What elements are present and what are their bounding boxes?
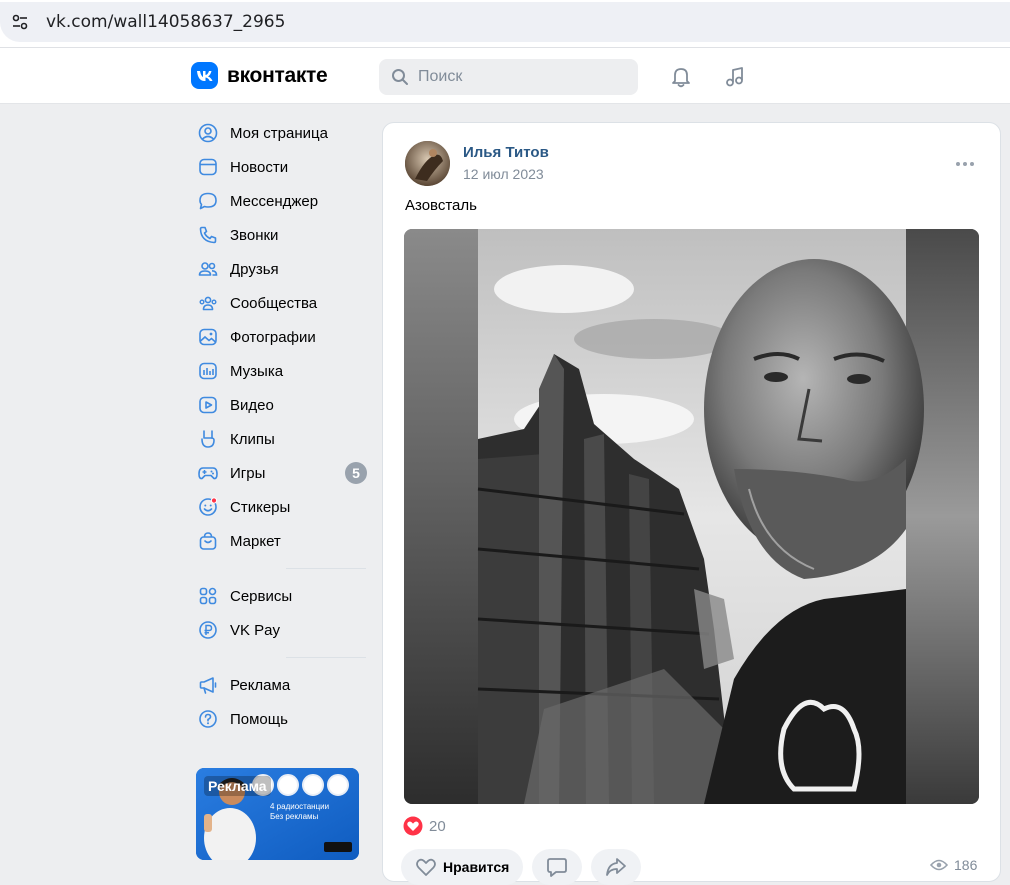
sidebar-item-label: Клипы (230, 430, 275, 448)
ad-text-line: 4 радиостанции (270, 802, 330, 811)
stickers-icon (196, 495, 220, 519)
post-actions: Нравится (401, 849, 642, 885)
friends-icon (196, 257, 220, 281)
market-icon (196, 529, 220, 553)
news-icon (196, 155, 220, 179)
likes-count: 20 (429, 817, 446, 835)
sidebar-item-video[interactable]: Видео (194, 388, 374, 422)
sidebar-item-ads[interactable]: Реклама (194, 668, 374, 702)
communities-icon (196, 291, 220, 315)
search-input[interactable] (418, 68, 618, 86)
user-circle-icon (196, 121, 220, 145)
sidebar-item-market[interactable]: Маркет (194, 524, 374, 558)
post-photo[interactable] (404, 229, 979, 804)
clips-icon (196, 427, 220, 451)
post-author-name[interactable]: Илья Титов (463, 144, 549, 161)
sidebar-item-label: Фотографии (230, 328, 316, 346)
share-icon (605, 857, 627, 877)
sidebar-item-label: Мессенджер (230, 192, 319, 210)
sidebar-divider (194, 558, 374, 579)
more-options-icon[interactable] (953, 157, 977, 171)
wall-post: Илья Титов 12 июл 2023 Азовсталь 20 Нрав… (382, 122, 1001, 885)
url-text[interactable]: vk.com/wall14058637_2965 (46, 12, 285, 32)
sidebar-item-label: Звонки (230, 226, 279, 244)
notifications-bell-icon[interactable] (668, 64, 694, 90)
sidebar-item-communities[interactable]: Сообщества (194, 286, 374, 320)
sidebar-item-games[interactable]: Игры 5 (194, 456, 374, 490)
logo-text: вконтакте (227, 63, 328, 87)
message-icon (196, 189, 220, 213)
sidebar-item-vkpay[interactable]: VK Pay (194, 613, 374, 647)
music-icon (196, 359, 220, 383)
vk-logo[interactable]: вконтакте (191, 62, 328, 89)
sidebar-item-calls[interactable]: Звонки (194, 218, 374, 252)
sidebar-item-label: Реклама (230, 676, 291, 694)
services-icon (196, 584, 220, 608)
sidebar-item-news[interactable]: Новости (194, 150, 374, 184)
sidebar-item-label: Моя страница (230, 124, 328, 142)
comment-button[interactable] (532, 849, 583, 885)
sidebar-item-help[interactable]: Помощь (194, 702, 374, 736)
games-count-badge: 5 (345, 462, 367, 484)
sidebar-item-photos[interactable]: Фотографии (194, 320, 374, 354)
photo-icon (196, 325, 220, 349)
games-icon (196, 461, 220, 485)
sidebar-item-label: Маркет (230, 532, 281, 550)
ad-text-line: Без рекламы (270, 812, 319, 821)
sidebar-item-label: Новости (230, 158, 289, 176)
ad-text: 4 радиостанции Без рекламы (270, 802, 329, 822)
sidebar-item-clips[interactable]: Клипы (194, 422, 374, 456)
sidebar-item-label: Сервисы (230, 587, 293, 605)
radio-logo-icon (327, 774, 349, 796)
radio-logo-icon (302, 774, 324, 796)
heart-outline-icon (415, 857, 437, 877)
sidebar-item-label: Стикеры (230, 498, 291, 516)
sidebar-item-label: Музыка (230, 362, 284, 380)
like-button-label: Нравится (443, 859, 510, 875)
sidebar-item-label: Игры (230, 464, 266, 482)
heart-icon (403, 816, 423, 836)
site-header: вконтакте (0, 48, 1010, 104)
eye-icon (930, 859, 948, 871)
sidebar-divider (194, 647, 374, 668)
help-icon (196, 707, 220, 731)
comment-icon (546, 857, 568, 877)
sidebar-item-music[interactable]: Музыка (194, 354, 374, 388)
sidebar-item-my-page[interactable]: Моя страница (194, 116, 374, 150)
sidebar-item-label: Помощь (230, 710, 288, 728)
left-sidebar: Моя страница Новости Мессенджер Звонки Д… (194, 116, 374, 736)
sidebar-item-label: VK Pay (230, 621, 281, 639)
sidebar-item-services[interactable]: Сервисы (194, 579, 374, 613)
video-icon (196, 393, 220, 417)
views-counter: 186 (930, 857, 977, 873)
megaphone-icon (196, 673, 220, 697)
vkpay-icon (196, 618, 220, 642)
music-note-icon[interactable] (722, 64, 748, 90)
post-text: Азовсталь (405, 197, 477, 214)
sidebar-item-label: Сообщества (230, 294, 318, 312)
site-settings-icon[interactable] (6, 8, 34, 36)
sidebar-item-friends[interactable]: Друзья (194, 252, 374, 286)
sidebar-item-messenger[interactable]: Мессенджер (194, 184, 374, 218)
sidebar-item-label: Видео (230, 396, 274, 414)
search-icon (391, 68, 409, 86)
ad-banner[interactable]: Реклама 4 радиостанции Без рекламы (196, 768, 359, 860)
search-box[interactable] (379, 59, 638, 95)
browser-toolbar: vk.com/wall14058637_2965 (0, 0, 1010, 48)
sidebar-item-stickers[interactable]: Стикеры (194, 490, 374, 524)
sidebar-item-label: Друзья (230, 260, 279, 278)
radio-logo-icon (277, 774, 299, 796)
likes-summary[interactable]: 20 (403, 816, 446, 836)
ad-label: Реклама (204, 776, 271, 796)
like-button[interactable]: Нравится (401, 849, 524, 885)
vk-logo-icon (191, 62, 218, 89)
phone-icon (196, 223, 220, 247)
author-avatar[interactable] (405, 141, 450, 186)
share-button[interactable] (591, 849, 642, 885)
post-date[interactable]: 12 июл 2023 (463, 166, 544, 182)
address-bar[interactable]: vk.com/wall14058637_2965 (0, 2, 1010, 42)
views-count: 186 (954, 857, 978, 873)
